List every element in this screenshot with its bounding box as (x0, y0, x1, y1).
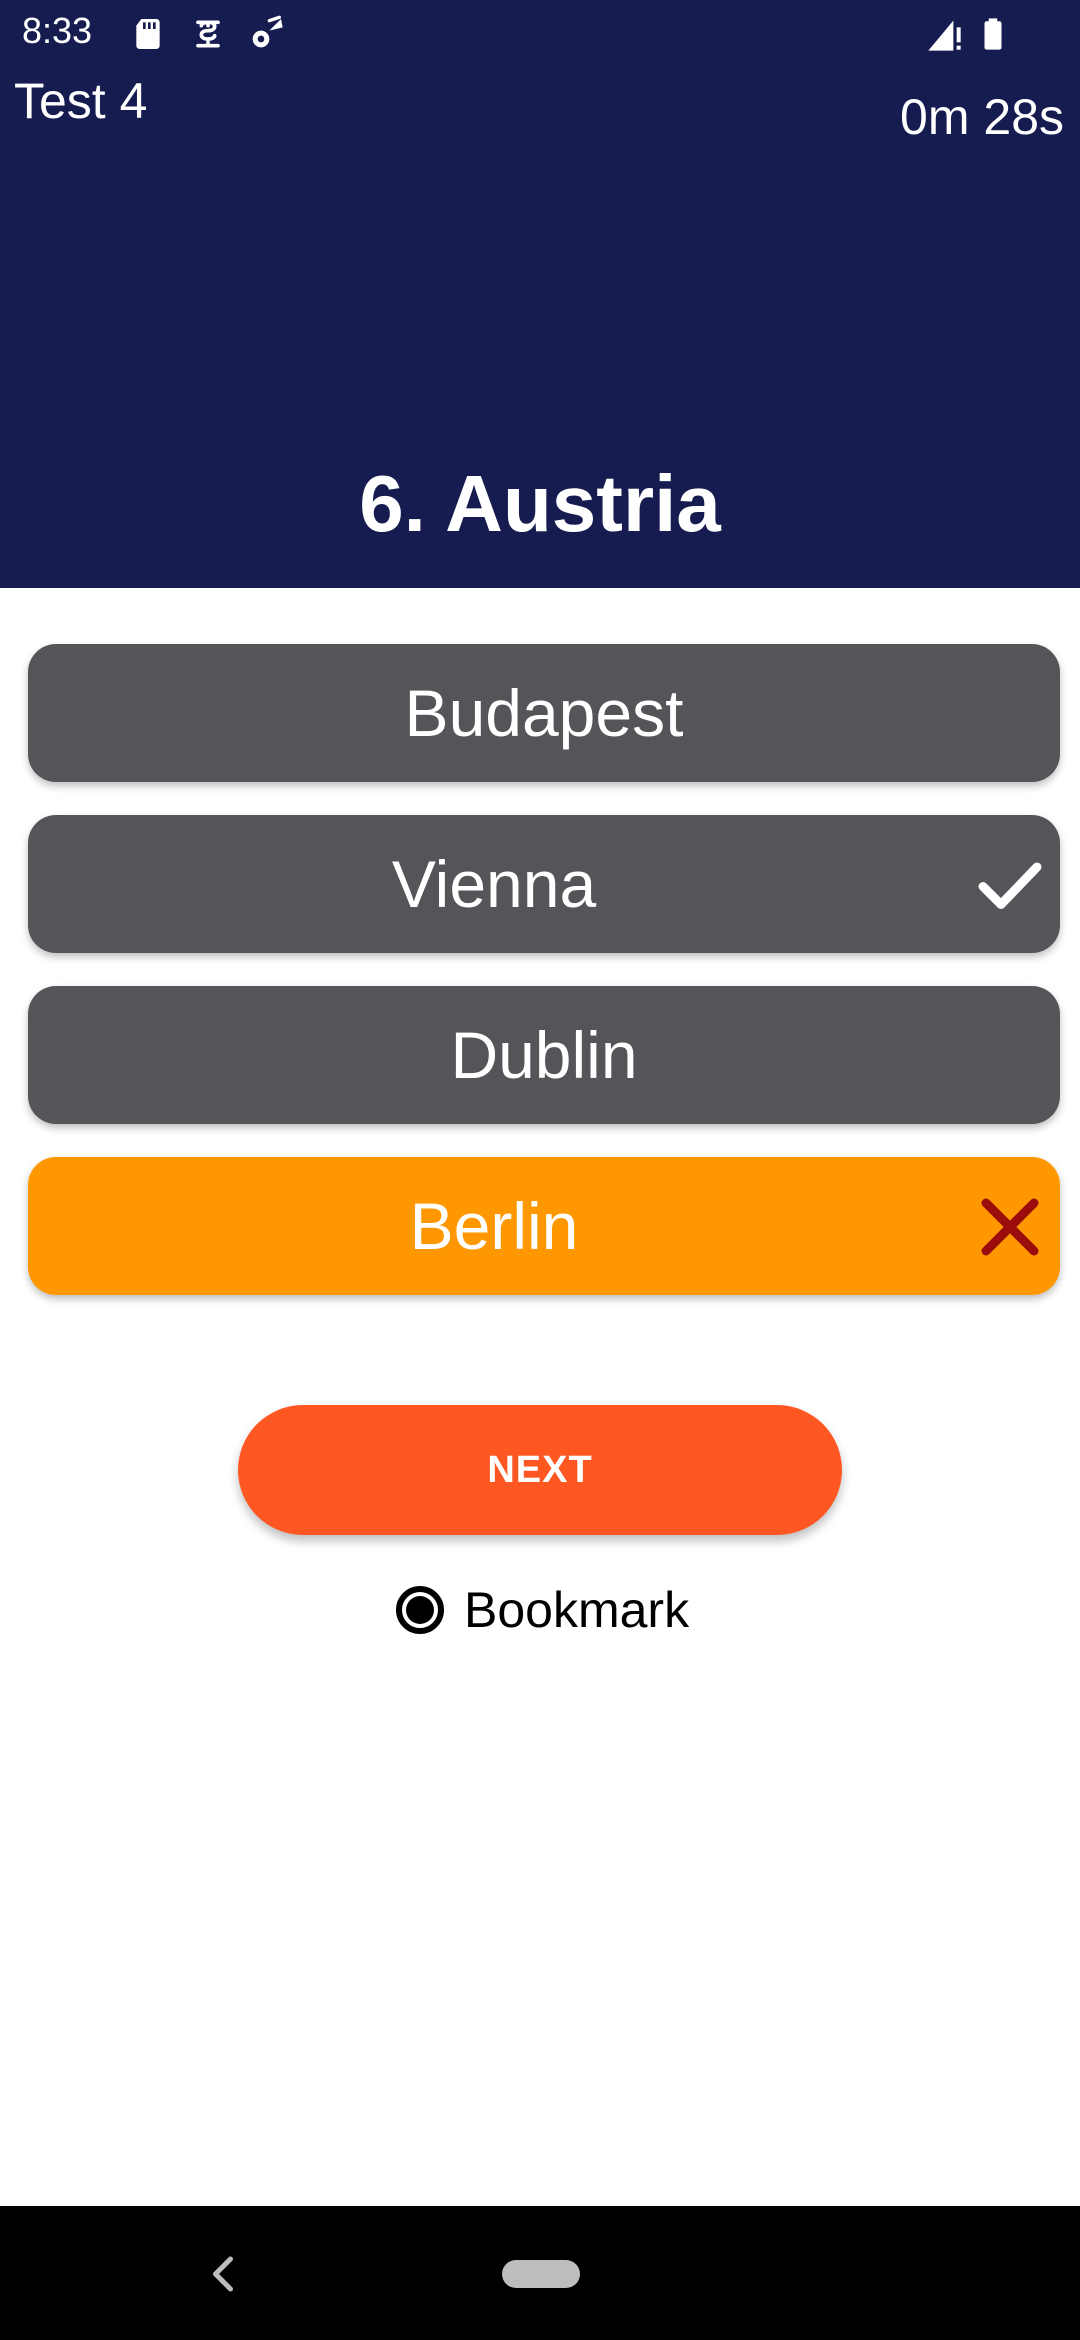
back-icon[interactable] (208, 2254, 238, 2294)
bookmark-toggle[interactable]: Bookmark (396, 1578, 689, 1642)
radio-selected-icon[interactable] (396, 1586, 444, 1634)
answer-option-label: Budapest (404, 676, 684, 750)
test-title: Test 4 (14, 73, 148, 129)
battery-icon (984, 18, 1002, 50)
question-title: 6. Austria (359, 459, 721, 548)
elapsed-timer: 0m 28s (900, 89, 1064, 145)
check-icon (978, 862, 1042, 909)
close-icon (981, 1198, 1039, 1256)
status-time: 8:33 (22, 10, 93, 51)
answer-option-label: Vienna (391, 847, 597, 921)
answer-option-label: Berlin (409, 1189, 579, 1263)
bookmark-label: Bookmark (464, 1582, 690, 1638)
answer-option-berlin[interactable]: Berlin (28, 1157, 1060, 1295)
answer-option-label: Dublin (450, 1018, 638, 1092)
home-pill-icon[interactable] (502, 2260, 580, 2288)
sim-icon (196, 20, 220, 48)
status-bar: 8:33 (0, 0, 1080, 66)
next-button[interactable]: NEXT (238, 1405, 842, 1535)
system-nav-bar (0, 2206, 1080, 2340)
app-header: 8:33 Test 4 0m 28s 6. Austria (0, 0, 1080, 588)
location-settings-icon (252, 15, 283, 48)
answer-option-dublin[interactable]: Dublin (28, 986, 1060, 1124)
signal-icon (928, 20, 961, 51)
sd-card-icon (136, 19, 160, 49)
radio-dot (406, 1596, 434, 1624)
answer-option-vienna[interactable]: Vienna (28, 815, 1060, 953)
answer-option-budapest[interactable]: Budapest (28, 644, 1060, 782)
